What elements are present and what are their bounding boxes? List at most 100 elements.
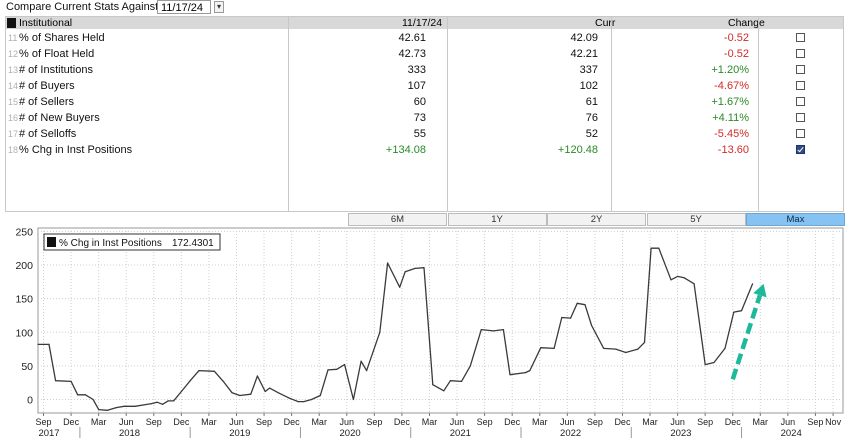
row-change-value: +1.20% xyxy=(711,64,749,76)
compare-label: Compare Current Stats Against xyxy=(6,1,159,13)
data-point xyxy=(156,401,158,403)
row-curr-value: 42.21 xyxy=(570,48,598,60)
row-date-value: 333 xyxy=(407,64,426,76)
y-tick-label: 100 xyxy=(15,327,33,339)
x-tick-label: Nov xyxy=(825,417,842,427)
range-selector: 6M 1Y 2Y 5Y Max xyxy=(348,213,845,226)
data-point xyxy=(55,380,57,382)
range-button-2y[interactable]: 2Y xyxy=(547,213,646,226)
data-point xyxy=(360,360,362,362)
y-tick-label: 250 xyxy=(15,226,33,238)
x-year-label: 2020 xyxy=(340,428,361,439)
row-chart-checkbox[interactable] xyxy=(796,113,805,122)
data-point xyxy=(106,409,109,411)
data-point xyxy=(414,267,416,269)
data-point xyxy=(683,277,685,279)
data-point xyxy=(264,390,266,393)
data-point xyxy=(310,398,313,401)
range-button-1y[interactable]: 1Y xyxy=(447,213,547,226)
x-year-label: 2019 xyxy=(229,428,250,439)
x-tick-label: Sep xyxy=(146,417,162,427)
row-chart-checkbox[interactable] xyxy=(796,81,805,90)
data-point xyxy=(123,405,125,407)
row-change-value: +1.67% xyxy=(711,96,749,108)
data-point xyxy=(637,348,639,350)
row-chart-checkbox[interactable] xyxy=(796,33,805,42)
row-curr-value: 52 xyxy=(585,128,598,140)
table-row: 18% Chg in Inst Positions +134.08 +120.48 -… xyxy=(6,142,843,158)
row-curr-value: 61 xyxy=(585,96,598,108)
row-label: # of New Buyers xyxy=(19,112,100,124)
data-point xyxy=(92,398,94,401)
x-tick-label: Sep xyxy=(697,417,713,427)
row-label: % of Float Held xyxy=(19,48,95,60)
data-point xyxy=(48,343,50,345)
data-point xyxy=(288,397,290,399)
x-tick-label: Dec xyxy=(63,417,80,427)
x-tick-label: Dec xyxy=(173,417,190,427)
data-point xyxy=(677,275,679,277)
data-point xyxy=(615,348,617,350)
data-point xyxy=(492,330,494,332)
table-row: 13 # of Institutions 333 337 +1.20% xyxy=(6,62,843,78)
table-row: 15 # of Sellers 60 61 +1.67% xyxy=(6,94,843,110)
x-year-label: 2024 xyxy=(781,428,802,439)
data-point xyxy=(277,392,279,394)
data-point xyxy=(250,393,252,395)
data-point xyxy=(327,369,329,371)
x-tick-label: Jun xyxy=(229,417,244,427)
row-label: # of Sellers xyxy=(19,96,75,108)
x-tick-label: Jun xyxy=(119,417,134,427)
range-button-6m[interactable]: 6M xyxy=(348,213,447,226)
row-change-value: -4.67% xyxy=(714,80,749,92)
x-tick-label: Jun xyxy=(340,417,355,427)
data-point xyxy=(576,302,578,304)
x-year-label: 2017 xyxy=(38,428,59,439)
data-point xyxy=(379,331,381,333)
data-point xyxy=(399,286,401,288)
row-change-value: -13.60 xyxy=(717,144,749,156)
data-point xyxy=(319,394,321,397)
row-curr-value: 42.09 xyxy=(570,32,598,44)
row-number: 18 xyxy=(8,145,19,155)
data-point xyxy=(460,380,463,382)
header-square-icon xyxy=(7,18,16,28)
row-number: 14 xyxy=(8,81,19,91)
data-point xyxy=(198,370,200,372)
row-number: 15 xyxy=(8,97,19,107)
data-point xyxy=(297,401,299,403)
row-chart-checkbox[interactable] xyxy=(796,97,805,106)
row-date-value: 73 xyxy=(413,112,426,124)
data-point xyxy=(591,324,593,327)
x-tick-label: Sep xyxy=(366,417,382,427)
data-point xyxy=(37,343,39,345)
row-number: 16 xyxy=(8,113,19,123)
data-point xyxy=(173,400,175,402)
x-tick-label: Dec xyxy=(725,417,742,427)
data-point xyxy=(134,405,136,407)
y-tick-label: 0 xyxy=(27,395,33,407)
row-change-value: -0.52 xyxy=(723,48,749,60)
data-point xyxy=(432,384,434,386)
x-tick-label: Sep xyxy=(256,417,272,427)
row-curr-value: +120.48 xyxy=(557,144,598,156)
row-chart-checkbox[interactable] xyxy=(796,129,805,138)
x-tick-label: Dec xyxy=(614,417,631,427)
table-row: 11% of Shares Held 42.61 42.09 -0.52 xyxy=(6,30,843,46)
compare-date-input[interactable]: 11/17/24 xyxy=(157,0,211,14)
y-tick-label: 150 xyxy=(15,294,33,306)
chevron-down-icon[interactable]: ▾ xyxy=(214,1,224,13)
x-tick-label: Sep xyxy=(807,417,823,427)
table-row: 14 # of Buyers 107 102 -4.67% xyxy=(6,78,843,94)
row-chart-checkbox[interactable] xyxy=(796,145,805,154)
range-button-max[interactable]: Max xyxy=(746,213,845,226)
x-tick-label: Sep xyxy=(36,417,52,427)
data-point xyxy=(658,247,660,249)
row-change-value: +4.11% xyxy=(712,112,749,124)
row-chart-checkbox[interactable] xyxy=(796,65,805,74)
row-chart-checkbox[interactable] xyxy=(796,49,805,58)
row-date-value: 55 xyxy=(413,128,426,140)
data-point xyxy=(625,351,627,354)
row-date-value: +134.08 xyxy=(385,144,426,156)
range-button-5y[interactable]: 5Y xyxy=(646,213,746,226)
